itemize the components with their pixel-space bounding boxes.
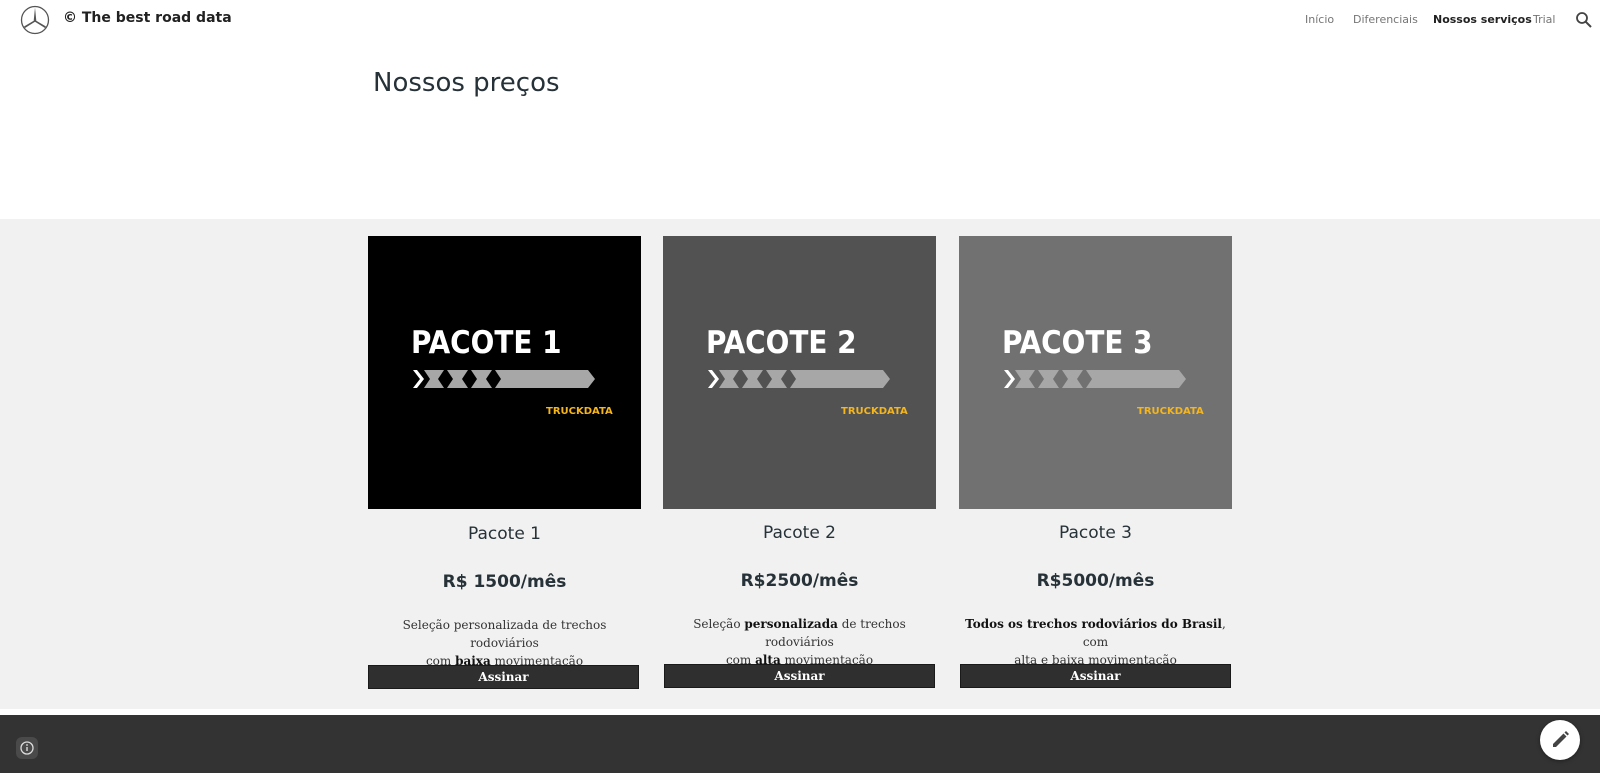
package-3-description: Todos os trechos rodoviários do Brasil, … bbox=[959, 615, 1232, 669]
info-icon[interactable] bbox=[16, 737, 38, 759]
subscribe-button-package-3[interactable]: Assinar bbox=[960, 664, 1231, 688]
search-icon[interactable] bbox=[1575, 11, 1593, 29]
site-title[interactable]: © The best road data bbox=[63, 10, 232, 26]
package-1-name: Pacote 1 bbox=[468, 524, 541, 544]
package-3-image-title: PACOTE 3 bbox=[1002, 325, 1153, 361]
package-2-image-title: PACOTE 2 bbox=[706, 325, 857, 361]
desc-text: Seleção bbox=[693, 617, 745, 631]
desc-highlight: personalizada bbox=[744, 617, 838, 631]
copyright-symbol: © bbox=[63, 10, 77, 26]
top-bar: © The best road data Início Diferenciais… bbox=[0, 0, 1600, 44]
nav-diferenciais[interactable]: Diferenciais bbox=[1353, 13, 1418, 26]
package-2-image-brand: TRUCKDATA bbox=[841, 406, 908, 417]
package-1-description: Seleção personalizada de trechos rodoviá… bbox=[368, 616, 641, 670]
package-2-image: PACOTE 2 TRUCKDATA bbox=[663, 236, 936, 509]
edit-button[interactable] bbox=[1540, 720, 1580, 760]
package-3-price: R$5000/mês bbox=[1036, 571, 1155, 591]
desc-highlight: Todos os trechos rodoviários do Brasil bbox=[965, 617, 1222, 631]
nav-trial[interactable]: Trial bbox=[1533, 13, 1555, 26]
package-1-image-title: PACOTE 1 bbox=[411, 325, 562, 361]
package-2-price: R$2500/mês bbox=[740, 571, 859, 591]
package-1-price: R$ 1500/mês bbox=[442, 572, 567, 592]
nav-inicio[interactable]: Início bbox=[1305, 13, 1334, 26]
subscribe-button-package-1[interactable]: Assinar bbox=[368, 665, 639, 689]
package-3-name: Pacote 3 bbox=[1059, 523, 1132, 543]
nav-nossos-servicos[interactable]: Nossos serviços bbox=[1433, 13, 1532, 26]
pencil-icon bbox=[1553, 731, 1569, 747]
desc-text: Seleção personalizada de trechos rodoviá… bbox=[402, 618, 607, 650]
subscribe-button-package-2[interactable]: Assinar bbox=[664, 664, 935, 688]
package-1-image: PACOTE 1 TRUCKDATA bbox=[368, 236, 641, 509]
site-name: The best road data bbox=[81, 10, 232, 26]
package-2-name: Pacote 2 bbox=[763, 523, 836, 543]
mercedes-star-logo[interactable] bbox=[20, 5, 50, 35]
package-2-description: Seleção personalizada de trechos rodoviá… bbox=[663, 615, 936, 669]
page-title: Nossos preços bbox=[373, 68, 560, 98]
package-3-image-brand: TRUCKDATA bbox=[1137, 406, 1204, 417]
package-3-image: PACOTE 3 TRUCKDATA bbox=[959, 236, 1232, 509]
package-1-image-brand: TRUCKDATA bbox=[546, 406, 613, 417]
footer bbox=[0, 715, 1600, 773]
